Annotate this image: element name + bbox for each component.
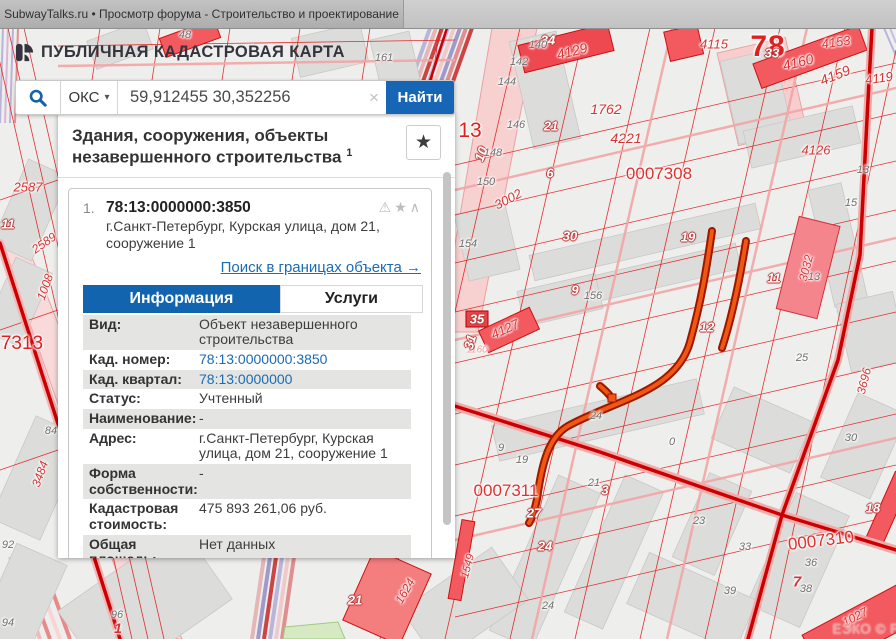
browser-title-bar: SubwayTalks.ru • Просмотр форума - Строи… xyxy=(0,0,896,29)
info-row: Статус:Учтенный xyxy=(83,389,411,409)
info-row-label: Кад. номер: xyxy=(83,352,195,368)
panel-title: Здания, сооружения, объекты незавершенно… xyxy=(72,126,402,168)
warning-icon[interactable]: ⚠ xyxy=(379,199,395,215)
clear-search-icon[interactable]: × xyxy=(362,81,386,114)
info-row: Общая площадь:Нет данных xyxy=(83,535,411,558)
result-index: 1. xyxy=(83,199,106,216)
pkk-logo-icon xyxy=(14,42,35,63)
browser-window-tab[interactable]: SubwayTalks.ru • Просмотр форума - Строи… xyxy=(0,0,403,28)
search-input[interactable] xyxy=(118,81,362,114)
info-row-value: Нет данных xyxy=(195,537,411,558)
tabs: ИнформацияУслуги xyxy=(83,285,423,313)
info-row-value[interactable]: 78:13:0000000 xyxy=(195,372,411,388)
result-icons: ⚠★∧ xyxy=(379,199,423,216)
info-row: Кадастровая стоимость:475 893 261,06 руб… xyxy=(83,499,411,534)
search-in-bounds-link[interactable]: Поиск в границах объекта → xyxy=(221,259,421,276)
info-row-value: Учтенный xyxy=(195,391,411,407)
result-card[interactable]: 1. 78:13:0000000:3850 ⚠★∧ г.Санкт-Петерб… xyxy=(68,188,432,558)
info-row: Вид:Объект незавершенного строительства xyxy=(83,315,411,350)
info-row-label: Форма собственности: xyxy=(83,466,195,497)
result-address: г.Санкт-Петербург, Курская улица, дом 21… xyxy=(106,218,406,252)
tab-services[interactable]: Услуги xyxy=(280,285,423,313)
info-row-label: Кадастровая стоимость: xyxy=(83,501,195,532)
collapse-icon[interactable]: ∧ xyxy=(410,199,423,215)
app-title: ПУБЛИЧНАЯ КАДАСТРОВАЯ КАРТА xyxy=(41,43,345,62)
result-cadastral-number: 78:13:0000000:3850 xyxy=(106,199,379,217)
info-row-value: - xyxy=(195,466,411,497)
favorites-button[interactable]: ★ xyxy=(406,125,441,160)
info-row-value[interactable]: 78:13:0000000:3850 xyxy=(195,352,411,368)
results-panel: Здания, сооружения, объекты незавершенно… xyxy=(58,113,455,558)
search-bar: ОКС ▾ × Найти xyxy=(15,80,455,115)
info-row-label: Статус: xyxy=(83,391,195,407)
search-category-value: ОКС xyxy=(68,89,99,106)
chevron-down-icon: ▾ xyxy=(105,92,110,103)
result-count: 1 xyxy=(346,147,352,159)
info-row-value: 475 893 261,06 руб. xyxy=(195,501,411,532)
find-button[interactable]: Найти xyxy=(386,81,454,114)
search-icon[interactable] xyxy=(16,81,60,114)
search-category-dropdown[interactable]: ОКС ▾ xyxy=(60,81,118,114)
star-icon[interactable]: ★ xyxy=(394,199,410,215)
info-row-value: Объект незавершенного строительства xyxy=(195,317,411,348)
info-row: Наименование:- xyxy=(83,409,411,429)
info-row-label: Адрес: xyxy=(83,431,195,462)
info-table: Вид:Объект незавершенного строительстваК… xyxy=(83,315,411,558)
info-row-value: г.Санкт-Петербург, Курская улица, дом 21… xyxy=(195,431,411,462)
info-row: Кад. номер:78:13:0000000:3850 xyxy=(83,350,411,370)
info-row-label: Кад. квартал: xyxy=(83,372,195,388)
info-row: Кад. квартал:78:13:0000000 xyxy=(83,370,411,390)
tab-information[interactable]: Информация xyxy=(83,285,280,313)
info-row-label: Вид: xyxy=(83,317,195,348)
info-row: Адрес:г.Санкт-Петербург, Курская улица, … xyxy=(83,429,411,464)
browser-bar-spacer xyxy=(403,0,896,28)
info-row-label: Наименование: xyxy=(83,411,195,427)
browser-title: SubwayTalks.ru • Просмотр форума - Строи… xyxy=(4,7,399,21)
info-row: Форма собственности:- xyxy=(83,464,411,499)
panel-header: Здания, сооружения, объекты незавершенно… xyxy=(58,113,455,178)
pkk-header: ПУБЛИЧНАЯ КАДАСТРОВАЯ КАРТА xyxy=(14,42,345,63)
panel-scrollbar[interactable] xyxy=(443,172,451,525)
info-row-label: Общая площадь: xyxy=(83,537,195,558)
info-row-value: - xyxy=(195,411,411,427)
